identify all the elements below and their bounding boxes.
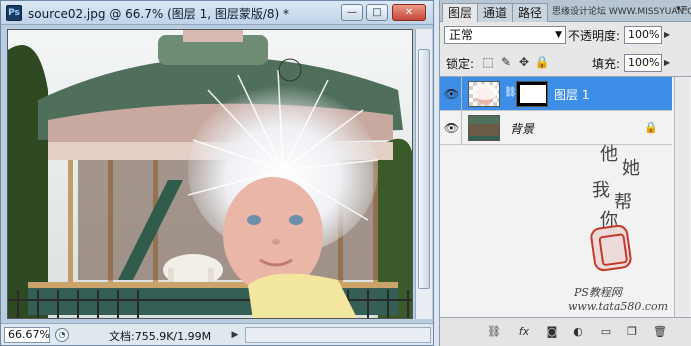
new-group-icon[interactable]: ▭ — [598, 324, 614, 340]
zoom-level-field[interactable]: 66.67% — [4, 327, 50, 343]
canvas-image — [8, 30, 412, 318]
panel-tab-bar: 图层 通道 路径 思缘设计论坛 WWW.MISSYUAN.COM ▾≡ — [440, 0, 691, 22]
eye-icon[interactable]: 👁 — [442, 111, 462, 145]
new-layer-icon[interactable]: ❐ — [624, 324, 640, 340]
fill-slider-icon[interactable]: ▶ — [664, 54, 674, 72]
minimize-button[interactable]: — — [341, 4, 363, 21]
layer-thumbnail[interactable] — [468, 115, 500, 141]
app-root: Ps source02.jpg @ 66.7% (图层 1, 图层蒙版/8) *… — [0, 0, 691, 346]
fill-field[interactable]: 100% — [624, 54, 662, 72]
eye-icon[interactable]: 👁 — [442, 77, 462, 111]
watermark-char-3: 我 — [592, 180, 610, 201]
layers-list: 👁 ⛓ 图层 1 👁 背景 🔒 — [440, 76, 691, 318]
opacity-field[interactable]: 100% — [624, 26, 662, 44]
close-button[interactable]: ✕ — [392, 4, 426, 21]
header-watermark-text: 思缘设计论坛 WWW.MISSYUAN.COM — [552, 7, 691, 17]
layer-thumbnail[interactable] — [468, 81, 500, 107]
document-titlebar[interactable]: Ps source02.jpg @ 66.7% (图层 1, 图层蒙版/8) *… — [1, 1, 433, 25]
watermark-line1: PS教程网 — [574, 286, 622, 299]
horizontal-scrollbar[interactable] — [245, 327, 431, 343]
trash-icon[interactable]: 🗑 — [652, 324, 668, 340]
layers-panel-footer: ⛓ fx ◙ ◐ ▭ ❐ 🗑 — [440, 318, 691, 346]
watermark-line2: www.tata580.com — [568, 300, 669, 313]
lock-label: 锁定: — [446, 57, 475, 71]
opacity-slider-icon[interactable]: ▶ — [664, 26, 674, 44]
lock-transparent-pixels-icon[interactable]: ⬚ — [480, 54, 496, 70]
document-status-bar: 66.67% ◔ 文档:755.9K/1.99M ▶ — [1, 323, 433, 345]
document-size-info: 文档:755.9K/1.99M — [109, 330, 212, 343]
layer-mask-thumbnail[interactable] — [516, 81, 548, 107]
layer-row-layer1[interactable]: 👁 ⛓ 图层 1 — [440, 77, 672, 111]
maximize-button[interactable]: □ — [366, 4, 388, 21]
layer-row-background[interactable]: 👁 背景 🔒 — [440, 111, 672, 145]
layers-scrollbar[interactable] — [674, 77, 690, 317]
vertical-scrollbar[interactable] — [415, 29, 432, 319]
adjustment-layer-icon[interactable]: ◐ — [570, 324, 586, 340]
fx-icon[interactable]: fx — [516, 324, 532, 340]
opacity-label: 不透明度: — [568, 29, 621, 43]
fill-label: 填充: — [592, 57, 621, 71]
tab-paths[interactable]: 路径 — [512, 3, 549, 22]
status-info-icon[interactable]: ◔ — [55, 328, 69, 342]
lock-icon: 🔒 — [644, 121, 658, 134]
chevron-down-icon: ▼ — [555, 30, 562, 40]
link-layers-icon[interactable]: ⛓ — [486, 324, 502, 340]
watermark-char-2: 她 — [622, 158, 640, 179]
watermark-char-1: 他 — [600, 144, 618, 165]
document-window: Ps source02.jpg @ 66.7% (图层 1, 图层蒙版/8) *… — [0, 0, 434, 346]
layer-name[interactable]: 图层 1 — [554, 86, 589, 103]
document-title: source02.jpg @ 66.7% (图层 1, 图层蒙版/8) * — [28, 7, 290, 21]
layers-panel: 图层 通道 路径 思缘设计论坛 WWW.MISSYUAN.COM ▾≡ 正常 ▼… — [439, 0, 691, 346]
lock-position-icon[interactable]: ✥ — [516, 54, 532, 70]
red-seal-stamp-icon — [589, 223, 633, 273]
status-menu-arrow-icon[interactable]: ▶ — [229, 328, 241, 342]
layer-name[interactable]: 背景 — [510, 120, 534, 137]
lock-image-pixels-icon[interactable]: ✎ — [498, 54, 514, 70]
tab-channels[interactable]: 通道 — [477, 3, 514, 22]
chain-link-icon[interactable]: ⛓ — [504, 87, 517, 98]
image-canvas[interactable] — [7, 29, 413, 319]
tab-layers[interactable]: 图层 — [442, 3, 479, 22]
panel-menu-icon[interactable]: ▾≡ — [676, 4, 688, 14]
blend-mode-select[interactable]: 正常 ▼ — [444, 26, 566, 44]
vertical-scroll-thumb[interactable] — [418, 49, 430, 289]
lock-all-icon[interactable]: 🔒 — [534, 54, 550, 70]
add-mask-icon[interactable]: ◙ — [544, 324, 560, 340]
photoshop-icon: Ps — [6, 5, 22, 21]
blend-mode-value: 正常 — [449, 28, 474, 42]
